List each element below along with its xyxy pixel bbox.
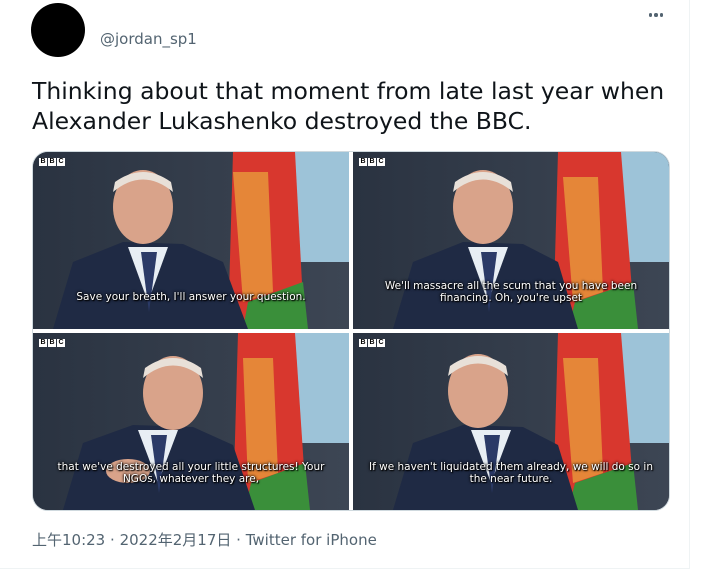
more-options-icon[interactable] — [641, 4, 671, 26]
bbc-letter: B — [39, 339, 47, 347]
frame-subtitle: Save your breath, I'll answer your quest… — [76, 291, 306, 303]
bbc-letter: C — [377, 339, 385, 347]
time-text: 上午10:23 — [32, 531, 106, 549]
bbc-letter: B — [48, 158, 56, 166]
user-handle[interactable]: @jordan_sp1 — [100, 30, 197, 48]
tweet-card: @jordan_sp1 Thinking about that moment f… — [0, 0, 690, 569]
media-frame-1[interactable]: BBC Save your breath, I'll answer your q… — [33, 152, 349, 329]
bbc-letter: B — [368, 339, 376, 347]
bbc-letter: B — [359, 339, 367, 347]
media-frame-4[interactable]: BBC If we haven't liquidated them alread… — [353, 333, 669, 510]
bbc-letter: B — [359, 158, 367, 166]
bbc-watermark: BBC — [39, 158, 65, 166]
bbc-letter: C — [57, 339, 65, 347]
tweet-source-link[interactable]: Twitter for iPhone — [246, 531, 377, 549]
bbc-letter: C — [377, 158, 385, 166]
bbc-letter: C — [57, 158, 65, 166]
tweet-time-link[interactable]: 上午10:23 · 2022年2月17日 — [32, 531, 231, 549]
bbc-letter: B — [48, 339, 56, 347]
frame-subtitle: that we've destroyed all your little str… — [57, 461, 325, 485]
dot — [648, 13, 653, 17]
avatar[interactable] — [31, 3, 85, 57]
bbc-watermark: BBC — [359, 339, 385, 347]
bbc-watermark: BBC — [359, 158, 385, 166]
date-text: 2022年2月17日 — [119, 531, 232, 549]
bbc-letter: B — [39, 158, 47, 166]
media-grid: BBC Save your breath, I'll answer your q… — [32, 151, 670, 511]
media-frame-2[interactable]: BBC We'll massacre all the scum that you… — [353, 152, 669, 329]
media-frame-3[interactable]: BBC that we've destroyed all your little… — [33, 333, 349, 510]
separator: · — [236, 531, 241, 549]
dot — [659, 13, 664, 17]
frame-subtitle: If we haven't liquidated them already, w… — [368, 461, 653, 485]
dot — [654, 13, 658, 17]
separator: · — [110, 531, 115, 549]
bbc-watermark: BBC — [39, 339, 65, 347]
bbc-letter: B — [368, 158, 376, 166]
frame-subtitle: We'll massacre all the scum that you hav… — [384, 280, 638, 304]
tweet-text: Thinking about that moment from late las… — [32, 77, 665, 135]
tweet-timestamp: 上午10:23 · 2022年2月17日 · Twitter for iPhon… — [32, 529, 377, 550]
